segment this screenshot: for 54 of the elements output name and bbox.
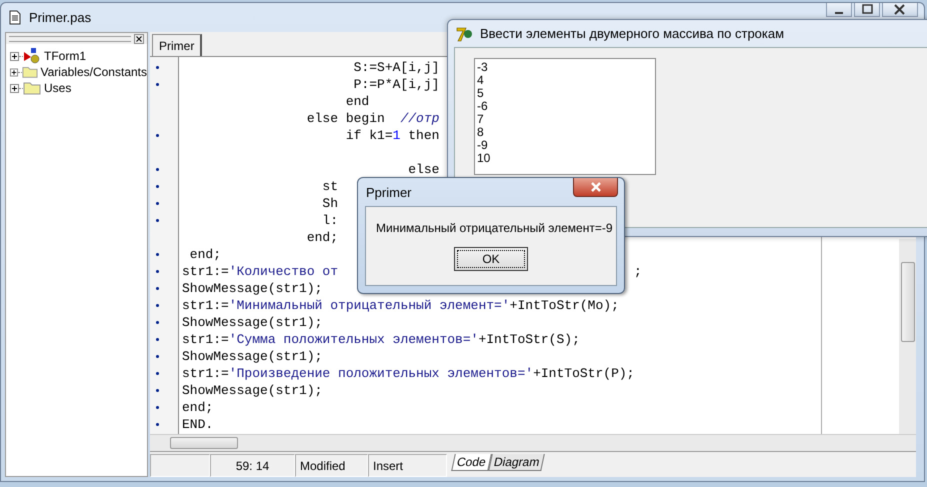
code-line: end; — [188, 247, 222, 262]
status-cell: Modified — [295, 454, 368, 477]
dialog-title: Pprimer — [366, 184, 412, 200]
tree-item[interactable]: Uses — [44, 81, 72, 95]
expand-icon[interactable] — [10, 84, 19, 92]
ok-button[interactable]: OK — [454, 247, 528, 271]
horizontal-scrollbar[interactable] — [150, 434, 916, 451]
code-line: ShowMessage(str1); — [182, 349, 322, 364]
minimize-icon[interactable] — [826, 3, 852, 17]
expand-icon[interactable] — [10, 68, 18, 76]
code-line: str1:='Минимальный отрицательный элемент='+IntToStr(Mo); — [182, 298, 619, 313]
tree-item[interactable]: TForm1 — [44, 49, 86, 63]
maximize-icon[interactable] — [854, 3, 880, 17]
folder-icon — [22, 65, 38, 79]
editor-tab[interactable]: Primer — [152, 34, 202, 56]
components-icon — [23, 48, 41, 64]
code-line: else begin //отр — [306, 111, 440, 126]
code-line: S:=S+A[i,j] — [352, 60, 440, 75]
window-title: Ввести элементы двумерного массива по строкам — [480, 26, 784, 41]
code-line: str1:='Количество от — [182, 264, 338, 279]
document-icon — [9, 10, 21, 25]
status-cell: 59: 14 — [210, 454, 295, 477]
code-line: P:=P*A[i,j] — [352, 77, 440, 92]
code-line: end; — [182, 400, 214, 415]
code-line: ShowMessage(str1); — [182, 281, 322, 296]
code-line: end; — [306, 230, 338, 245]
window-title: Primer.pas — [29, 10, 92, 25]
status-cell — [150, 454, 210, 477]
folder-icon — [23, 81, 41, 95]
view-tab[interactable]: Code — [451, 454, 492, 471]
memo-field[interactable]: -3 4 5 -6 7 8 -9 10 — [474, 58, 656, 175]
dialog-message: Минимальный отрицательный элемент=-9 — [376, 221, 613, 235]
vertical-scrollbar[interactable] — [899, 239, 916, 434]
code-line: str1:='Произведение положительных элементов='+IntToStr(P); — [182, 366, 634, 381]
close-icon[interactable] — [882, 3, 918, 17]
code-fragment: ; — [634, 263, 642, 280]
close-button[interactable] — [573, 178, 618, 197]
code-line: Sh — [321, 196, 338, 211]
code-line: l: — [321, 213, 338, 228]
code-line: ShowMessage(str1); — [182, 315, 322, 330]
expand-icon[interactable] — [10, 52, 19, 60]
tree-item[interactable]: Variables/Constants — [40, 65, 147, 79]
code-line: END. — [182, 417, 214, 432]
app-icon — [456, 26, 474, 42]
code-line: else — [407, 162, 440, 177]
close-icon — [588, 182, 602, 192]
status-cell: Insert — [368, 454, 447, 477]
code-line: ShowMessage(str1); — [182, 383, 322, 398]
view-tab[interactable]: Diagram — [488, 454, 545, 471]
close-icon[interactable] — [134, 34, 144, 44]
code-line: if k1=1 then — [344, 128, 440, 143]
code-line: str1:='Сумма положительных элементов='+IntToStr(S); — [182, 332, 580, 347]
code-line: end — [344, 94, 370, 109]
code-line: st — [321, 179, 338, 194]
